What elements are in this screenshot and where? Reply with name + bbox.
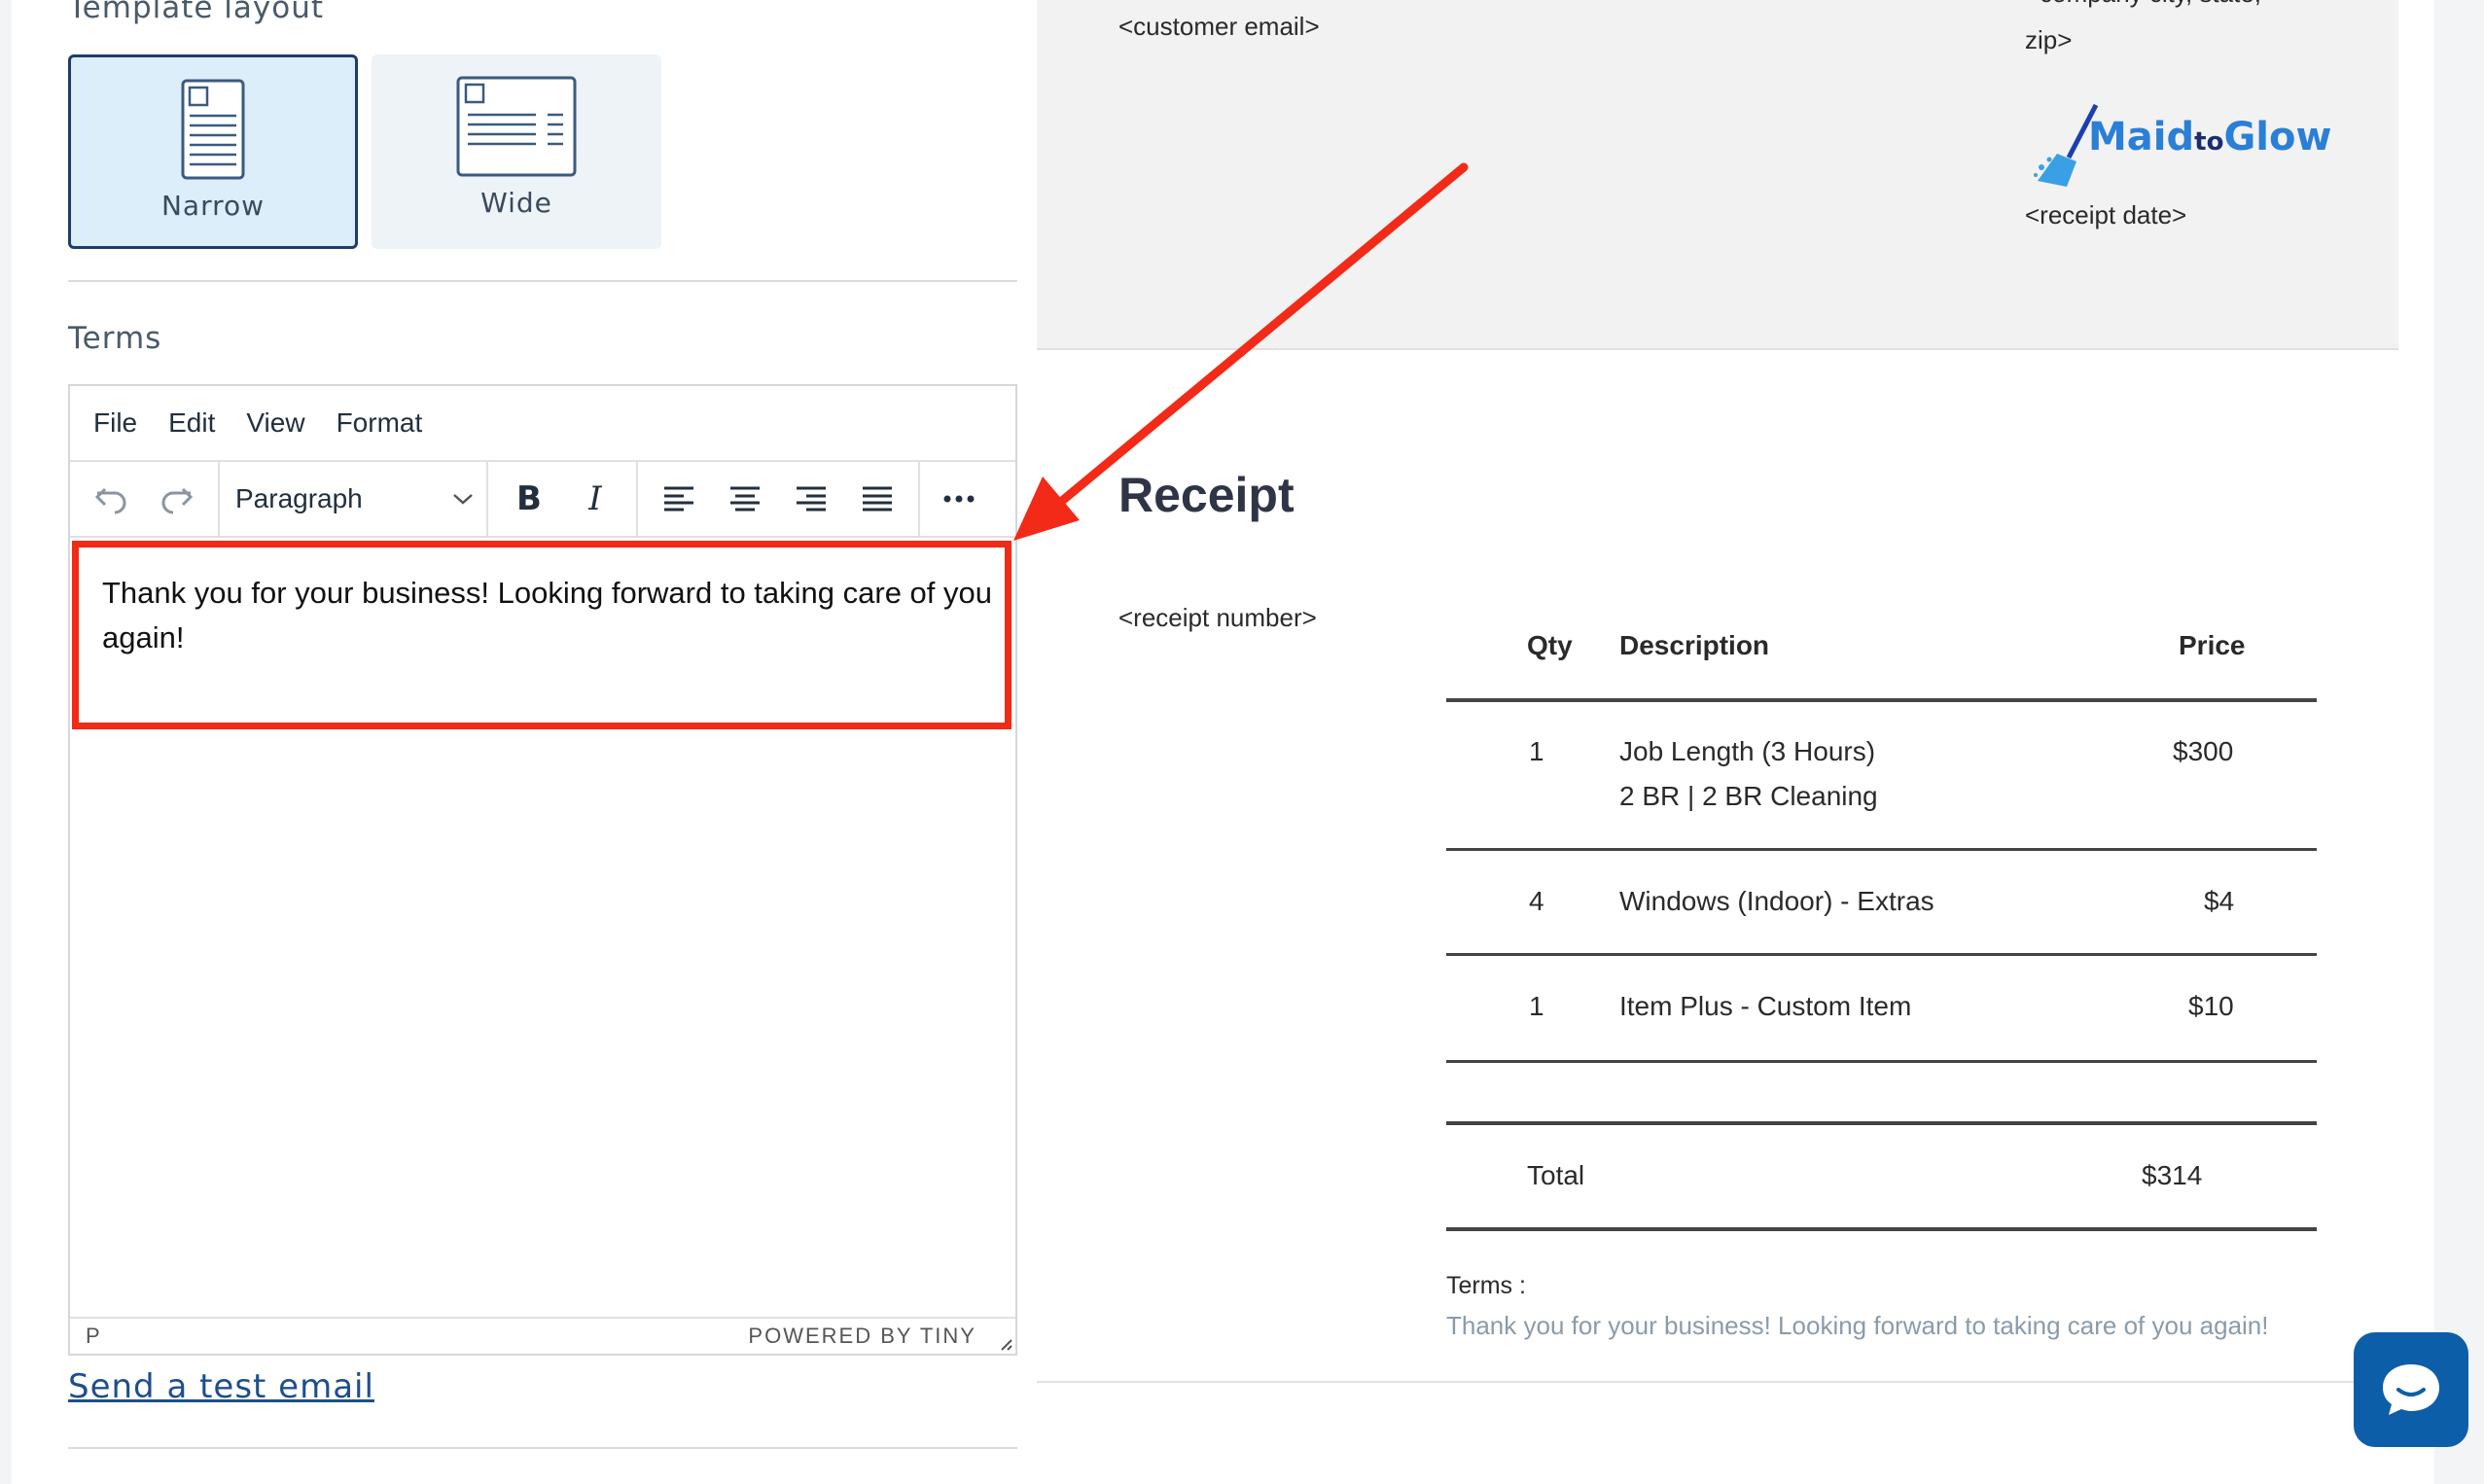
align-left-icon[interactable] — [646, 470, 712, 528]
template-layout-label: Template layout — [68, 0, 325, 25]
editor-content-area[interactable]: Thank you for your business! Looking for… — [70, 542, 1015, 1300]
receipt-number: <receipt number> — [1118, 603, 1317, 632]
row-1-qty: 1 — [1529, 736, 1544, 766]
editor-toolbar: Paragraph B I — [70, 462, 1015, 538]
column-header-price: Price — [2179, 630, 2246, 660]
company-logo: MaidtoGlow — [2028, 97, 2331, 194]
row-1-description-line2: 2 BR | 2 BR Cleaning — [1619, 781, 1878, 811]
logo-text-main: Maid — [2088, 115, 2195, 159]
table-rule — [1446, 848, 2317, 851]
row-1-price: $300 — [2173, 736, 2234, 766]
narrow-layout-icon — [181, 79, 245, 180]
left-gutter — [0, 0, 12, 1484]
more-options-icon[interactable] — [926, 470, 992, 528]
chevron-down-icon — [453, 494, 473, 505]
layout-wide-label: Wide — [480, 187, 552, 219]
align-justify-icon[interactable] — [844, 470, 910, 528]
menu-edit[interactable]: Edit — [168, 407, 215, 439]
logo-text-glow: Glow — [2223, 115, 2332, 159]
block-format-select[interactable]: Paragraph — [226, 483, 480, 514]
terms-label: Terms — [68, 321, 162, 356]
total-value: $314 — [2142, 1160, 2203, 1190]
table-rule — [1446, 1060, 2317, 1063]
preview-footer-rule — [1037, 1381, 2398, 1383]
powered-by-tiny[interactable]: POWERED BY TINY — [748, 1324, 976, 1349]
element-path[interactable]: P — [86, 1324, 100, 1349]
row-3-price: $10 — [2188, 991, 2234, 1021]
wide-layout-icon — [456, 76, 577, 177]
align-center-icon[interactable] — [712, 470, 778, 528]
preview-band — [1037, 309, 2398, 350]
logo-text-to: to — [2194, 127, 2224, 157]
send-test-email-link[interactable]: Send a test email — [68, 1367, 374, 1406]
table-rule — [1446, 698, 2317, 702]
editor-menubar: File Edit View Format — [70, 386, 1015, 462]
divider — [68, 1447, 1017, 1449]
menu-view[interactable]: View — [246, 407, 304, 439]
undo-icon[interactable] — [78, 470, 144, 528]
table-rule — [1446, 953, 2317, 956]
redo-icon[interactable] — [144, 470, 210, 528]
total-label: Total — [1527, 1160, 1585, 1190]
layout-option-narrow[interactable]: Narrow — [68, 54, 358, 249]
layout-option-wide[interactable]: Wide — [372, 54, 661, 249]
rich-text-editor: File Edit View Format Paragraph B I Than… — [68, 384, 1017, 1356]
italic-icon[interactable]: I — [562, 470, 628, 528]
company-city-line: <company city, state, — [2025, 0, 2261, 9]
row-2-qty: 4 — [1529, 886, 1544, 916]
chat-bubble-icon — [2383, 1364, 2439, 1415]
table-rule — [1446, 1121, 2317, 1125]
receipt-title: Receipt — [1118, 468, 1295, 522]
column-header-qty: Qty — [1527, 630, 1573, 660]
align-right-icon[interactable] — [778, 470, 844, 528]
editor-statusbar: P POWERED BY TINY — [70, 1317, 1015, 1354]
row-1-description-line1: Job Length (3 Hours) — [1619, 736, 1876, 766]
resize-handle-icon[interactable] — [998, 1336, 1013, 1352]
column-header-description: Description — [1619, 630, 1770, 660]
row-2-description: Windows (Indoor) - Extras — [1619, 886, 1934, 916]
right-gutter — [2434, 0, 2484, 1484]
row-3-qty: 1 — [1529, 991, 1544, 1021]
receipt-date: <receipt date> — [2025, 200, 2187, 230]
bold-icon[interactable]: B — [496, 470, 562, 528]
preview-terms-label: Terms : — [1446, 1272, 1526, 1299]
menu-file[interactable]: File — [93, 407, 137, 439]
block-format-value: Paragraph — [235, 483, 363, 513]
chat-button[interactable] — [2354, 1332, 2468, 1447]
terms-content[interactable]: Thank you for your business! Looking for… — [102, 571, 997, 660]
layout-narrow-label: Narrow — [160, 190, 266, 222]
menu-format[interactable]: Format — [337, 407, 423, 439]
row-3-description: Item Plus - Custom Item — [1619, 991, 1912, 1021]
row-2-price: $4 — [2204, 886, 2235, 916]
table-rule — [1446, 1227, 2317, 1231]
customer-email: <customer email> — [1118, 12, 1320, 41]
divider — [68, 280, 1017, 282]
preview-terms-text: Thank you for your business! Looking for… — [1446, 1311, 2269, 1340]
company-zip-line: zip> — [2025, 25, 2073, 54]
